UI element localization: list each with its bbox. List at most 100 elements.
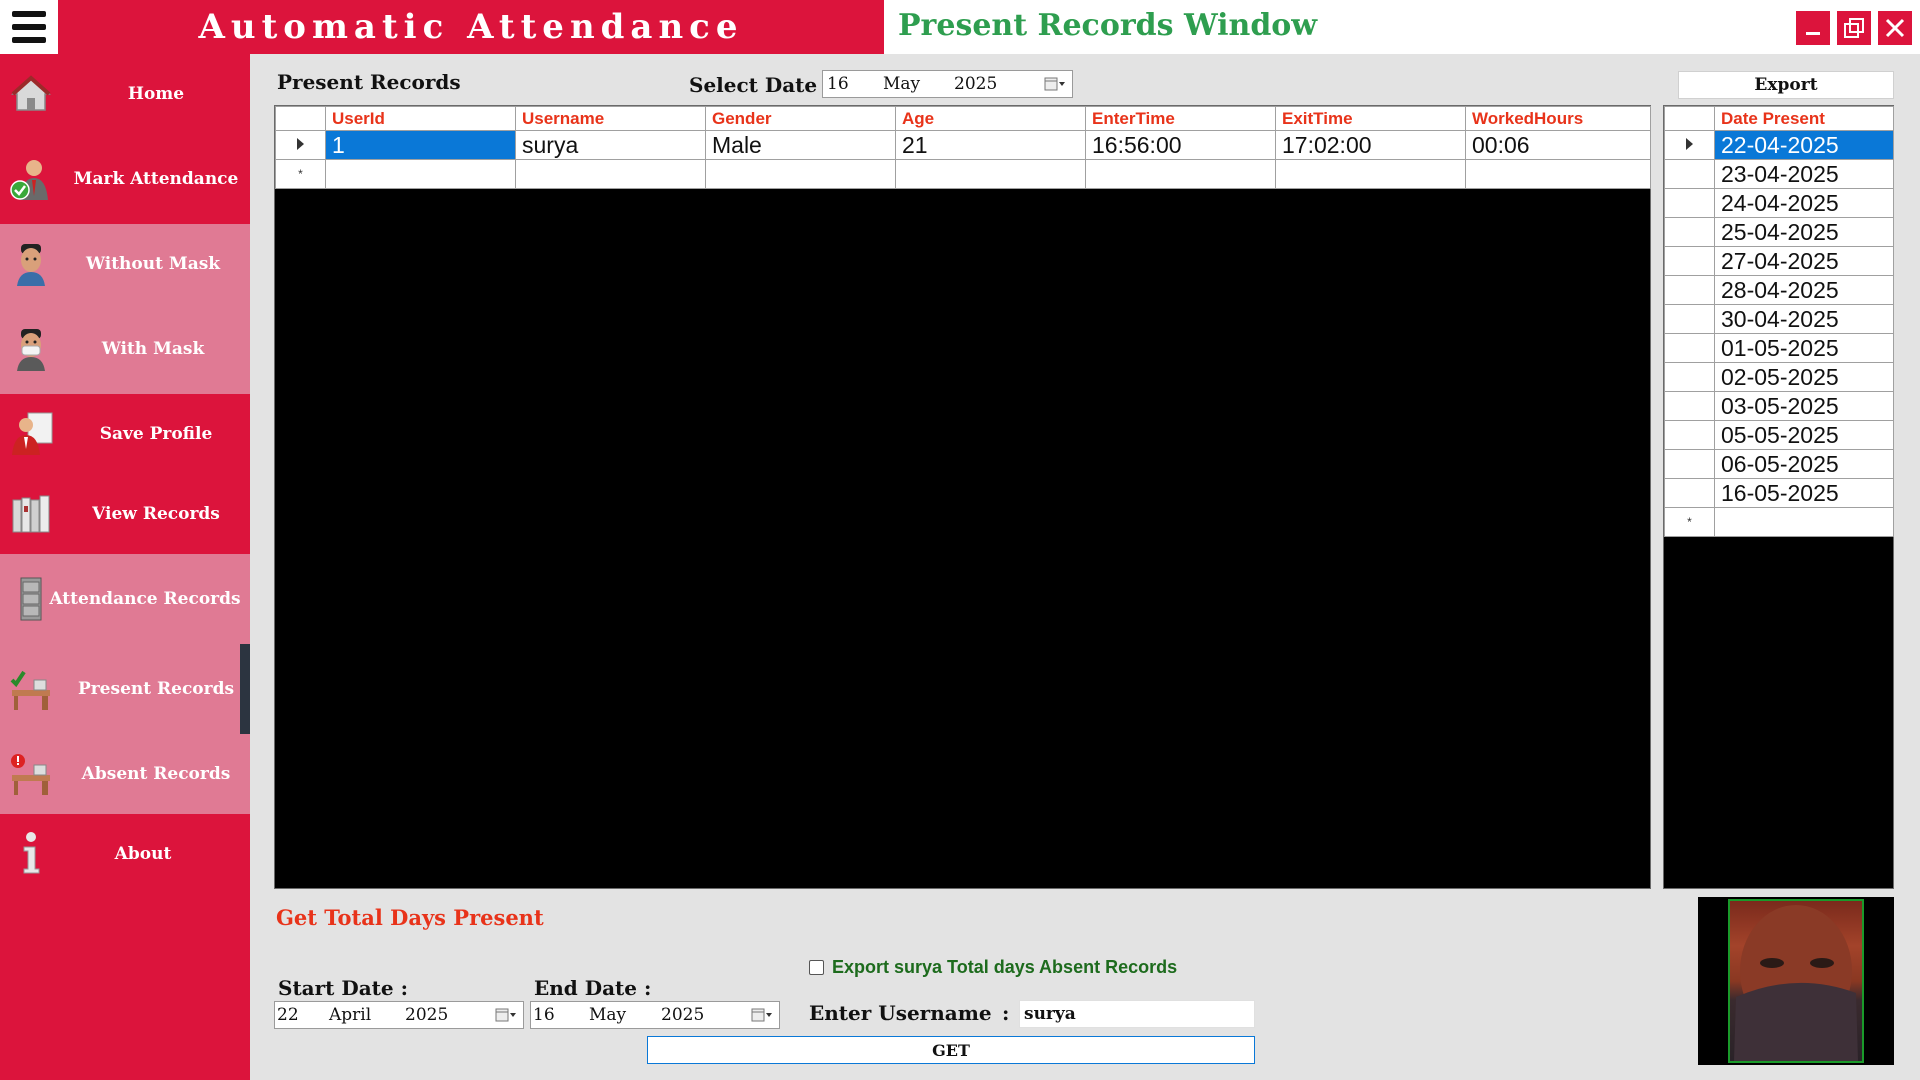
export-absent-checkbox-label[interactable]: Export surya Total days Absent Records bbox=[832, 957, 1177, 978]
column-header-age[interactable]: Age bbox=[895, 106, 1086, 131]
sidebar-item-present-records[interactable]: Present Records bbox=[0, 644, 250, 734]
new-row[interactable]: * bbox=[1664, 507, 1894, 537]
end-date-picker[interactable]: 16 May 2025 bbox=[530, 1001, 780, 1029]
sidebar-item-mark-attendance[interactable]: Mark Attendance bbox=[0, 134, 250, 224]
table-row[interactable]: 01-05-2025 bbox=[1664, 333, 1894, 363]
table-row[interactable]: 16-05-2025 bbox=[1664, 478, 1894, 508]
sidebar-item-label: Mark Attendance bbox=[73, 169, 239, 189]
total-days-title: Get Total Days Present bbox=[276, 905, 544, 930]
table-cell[interactable]: 02-05-2025 bbox=[1714, 362, 1894, 392]
table-cell[interactable]: 01-05-2025 bbox=[1714, 333, 1894, 363]
column-header-entertime[interactable]: EnterTime bbox=[1085, 106, 1276, 131]
row-header bbox=[1664, 449, 1715, 479]
table-cell[interactable]: 21 bbox=[895, 130, 1086, 160]
table-cell[interactable]: Male bbox=[705, 130, 896, 160]
table-cell[interactable]: 30-04-2025 bbox=[1714, 304, 1894, 334]
table-cell[interactable]: 23-04-2025 bbox=[1714, 159, 1894, 189]
row-header bbox=[1664, 275, 1715, 305]
table-cell[interactable] bbox=[705, 159, 896, 189]
table-cell[interactable] bbox=[325, 159, 516, 189]
date-day: 16 bbox=[827, 74, 849, 94]
table-cell[interactable] bbox=[1465, 159, 1651, 189]
calendar-dropdown-icon[interactable] bbox=[751, 1007, 773, 1023]
table-cell[interactable]: 17:02:00 bbox=[1275, 130, 1466, 160]
sidebar-item-absent-records[interactable]: Absent Records bbox=[0, 734, 250, 814]
table-cell[interactable]: 28-04-2025 bbox=[1714, 275, 1894, 305]
table-row[interactable]: 25-04-2025 bbox=[1664, 217, 1894, 247]
sidebar-item-label: Home bbox=[127, 84, 185, 104]
select-date-label: Select Date : bbox=[689, 73, 832, 97]
sidebar-item-label: View Records bbox=[92, 504, 220, 524]
table-row[interactable]: 30-04-2025 bbox=[1664, 304, 1894, 334]
sidebar-item-label: With Mask bbox=[101, 339, 205, 359]
close-button[interactable] bbox=[1878, 11, 1912, 45]
table-row[interactable]: 06-05-2025 bbox=[1664, 449, 1894, 479]
desk-check-icon bbox=[8, 666, 54, 712]
new-row[interactable]: * bbox=[275, 159, 1651, 189]
table-cell[interactable]: 03-05-2025 bbox=[1714, 391, 1894, 421]
table-row[interactable]: 05-05-2025 bbox=[1664, 420, 1894, 450]
table-cell[interactable]: surya bbox=[515, 130, 706, 160]
sidebar-item-save-profile[interactable]: Save Profile bbox=[0, 394, 250, 474]
sidebar-item-without-mask[interactable]: Without Mask bbox=[0, 224, 250, 304]
table-cell[interactable]: 25-04-2025 bbox=[1714, 217, 1894, 247]
row-header-corner bbox=[275, 106, 326, 131]
column-header-workedhours[interactable]: WorkedHours bbox=[1465, 106, 1651, 131]
hamburger-menu-icon[interactable] bbox=[0, 0, 58, 54]
maximize-button[interactable] bbox=[1837, 11, 1871, 45]
column-header-username[interactable]: Username bbox=[515, 106, 706, 131]
get-button[interactable]: GET bbox=[647, 1036, 1255, 1064]
table-row[interactable]: 28-04-2025 bbox=[1664, 275, 1894, 305]
select-date-picker[interactable]: 16 May 2025 bbox=[822, 70, 1073, 98]
export-button[interactable]: Export bbox=[1678, 71, 1894, 99]
table-cell[interactable]: 22-04-2025 bbox=[1714, 130, 1894, 160]
column-header-gender[interactable]: Gender bbox=[705, 106, 896, 131]
calendar-dropdown-icon[interactable] bbox=[495, 1007, 517, 1023]
sidebar: Home Mark Attendance Without Mask With M… bbox=[0, 54, 250, 1080]
username-input[interactable]: surya bbox=[1019, 1000, 1255, 1028]
export-absent-checkbox[interactable] bbox=[809, 960, 824, 975]
table-cell[interactable]: 27-04-2025 bbox=[1714, 246, 1894, 276]
sidebar-item-attendance-records[interactable]: Attendance Records bbox=[0, 554, 250, 644]
records-grid[interactable]: UserId Username Gender Age EnterTime Exi… bbox=[274, 105, 1651, 889]
user-check-icon bbox=[8, 156, 54, 202]
column-header-date-present[interactable]: Date Present bbox=[1714, 106, 1894, 131]
sidebar-item-home[interactable]: Home bbox=[0, 54, 250, 134]
table-row[interactable]: 1 surya Male 21 16:56:00 17:02:00 00:06 bbox=[275, 130, 1651, 160]
table-cell[interactable]: 1 bbox=[325, 130, 516, 160]
table-row[interactable]: 24-04-2025 bbox=[1664, 188, 1894, 218]
dates-grid[interactable]: Date Present 22-04-2025 23-04-2025 24-04-2… bbox=[1663, 105, 1894, 889]
column-header-userid[interactable]: UserId bbox=[325, 106, 516, 131]
table-cell[interactable]: 00:06 bbox=[1465, 130, 1651, 160]
sidebar-item-with-mask[interactable]: With Mask bbox=[0, 304, 250, 394]
table-cell[interactable]: 16-05-2025 bbox=[1714, 478, 1894, 508]
username-separator: : bbox=[1002, 1001, 1010, 1025]
table-cell[interactable] bbox=[895, 159, 1086, 189]
new-row-marker: * bbox=[275, 159, 326, 189]
table-row[interactable]: 02-05-2025 bbox=[1664, 362, 1894, 392]
table-row[interactable]: 23-04-2025 bbox=[1664, 159, 1894, 189]
minimize-button[interactable] bbox=[1796, 11, 1830, 45]
table-cell[interactable] bbox=[515, 159, 706, 189]
table-cell[interactable]: 24-04-2025 bbox=[1714, 188, 1894, 218]
table-cell[interactable] bbox=[1085, 159, 1276, 189]
desk-alert-icon bbox=[8, 751, 54, 797]
sidebar-item-label: Present Records bbox=[77, 679, 235, 699]
table-cell[interactable]: 16:56:00 bbox=[1085, 130, 1276, 160]
calendar-dropdown-icon[interactable] bbox=[1044, 76, 1066, 92]
table-row[interactable]: 03-05-2025 bbox=[1664, 391, 1894, 421]
table-cell[interactable] bbox=[1714, 507, 1894, 537]
column-header-exittime[interactable]: ExitTime bbox=[1275, 106, 1466, 131]
table-row[interactable]: 22-04-2025 bbox=[1664, 130, 1894, 160]
table-header-row: UserId Username Gender Age EnterTime Exi… bbox=[275, 106, 1651, 131]
start-date-picker[interactable]: 22 April 2025 bbox=[274, 1001, 524, 1029]
row-header bbox=[1664, 420, 1715, 450]
table-cell[interactable] bbox=[1275, 159, 1466, 189]
table-cell[interactable]: 06-05-2025 bbox=[1714, 449, 1894, 479]
camera-preview bbox=[1698, 897, 1894, 1065]
sidebar-item-view-records[interactable]: View Records bbox=[0, 474, 250, 554]
sidebar-item-about[interactable]: About bbox=[0, 814, 250, 894]
table-row[interactable]: 27-04-2025 bbox=[1664, 246, 1894, 276]
sidebar-item-label: Without Mask bbox=[85, 254, 221, 274]
table-cell[interactable]: 05-05-2025 bbox=[1714, 420, 1894, 450]
